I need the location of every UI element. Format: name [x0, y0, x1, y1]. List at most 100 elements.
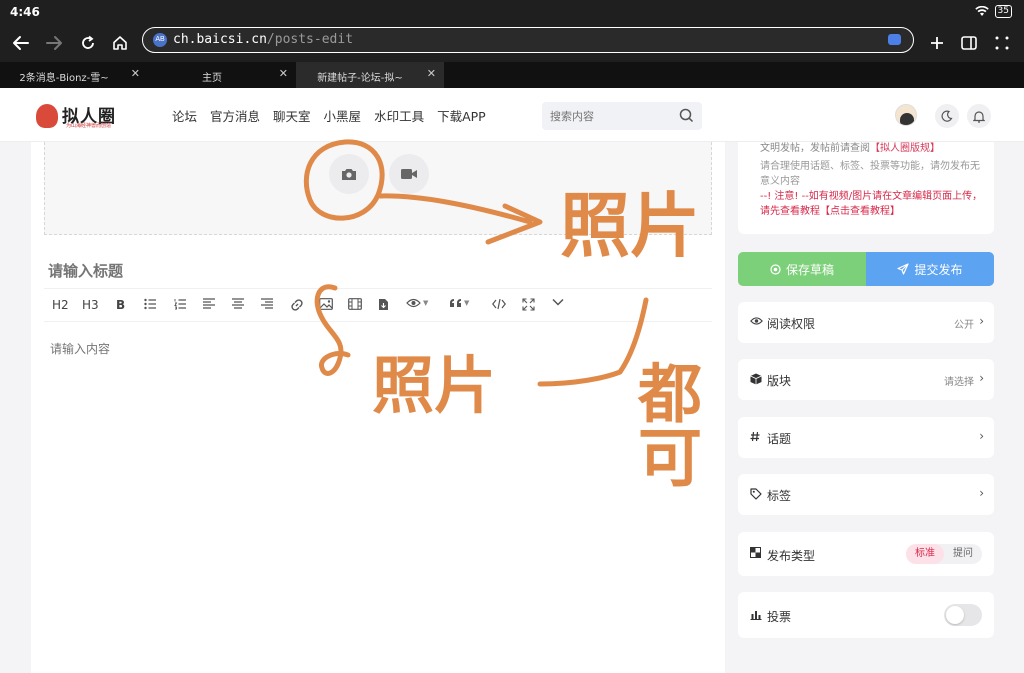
tags-row[interactable]: 标签 ›: [738, 474, 994, 515]
annotation-all-ok: 都可: [627, 360, 702, 488]
align-center-button[interactable]: [232, 298, 244, 309]
vote-label: 投票: [767, 610, 792, 624]
post-type-segmented-control: 标准 提问: [906, 544, 982, 564]
nav-item-forum[interactable]: 论坛: [172, 106, 197, 125]
post-actions: 保存草稿 提交发布: [738, 252, 994, 286]
bold-button[interactable]: B: [116, 298, 125, 312]
vote-toggle[interactable]: [944, 604, 982, 626]
tab-home[interactable]: 主页 ✕: [148, 62, 296, 88]
chevron-right-icon: ›: [979, 486, 984, 500]
insert-video-button[interactable]: [348, 298, 362, 310]
submit-post-button[interactable]: 提交发布: [866, 252, 994, 286]
back-button[interactable]: [8, 30, 34, 56]
read-permission-row[interactable]: 阅读权限 公开 ›: [738, 302, 994, 343]
post-type-question[interactable]: 提问: [944, 544, 982, 564]
notice-warning-text[interactable]: --! 注意! --如有视频/图片请在文章编辑页面上传，请先查看教程【点击查看教…: [760, 189, 990, 219]
chevron-right-icon: ›: [979, 429, 984, 443]
bullet-list-icon: [144, 298, 156, 310]
forward-button[interactable]: [41, 30, 67, 56]
reload-button[interactable]: [75, 30, 101, 56]
more-menu-button[interactable]: [989, 30, 1015, 56]
dots-grid-icon: [995, 36, 1009, 50]
board-value: 请选择: [944, 377, 974, 388]
eye-icon: [750, 317, 763, 325]
video-camera-icon: [401, 169, 417, 179]
new-tab-button[interactable]: [924, 30, 950, 56]
align-left-button[interactable]: [203, 298, 215, 309]
checker-icon: [750, 547, 761, 558]
extension-icon[interactable]: [888, 34, 901, 45]
numbered-list-button[interactable]: [174, 298, 187, 310]
site-icon: AB: [153, 33, 167, 47]
annotation-photo-top: 照片: [560, 184, 700, 267]
fullscreen-button[interactable]: [522, 298, 535, 311]
nav-item-chatroom[interactable]: 聊天室: [273, 106, 311, 125]
expand-icon: [522, 298, 535, 311]
nav-item-official-news[interactable]: 官方消息: [210, 106, 260, 125]
search-icon[interactable]: [679, 108, 694, 123]
more-tools-button[interactable]: [552, 298, 564, 306]
insert-image-button[interactable]: [319, 298, 333, 310]
upload-video-button[interactable]: [389, 154, 429, 194]
home-button[interactable]: [107, 30, 133, 56]
annotation-photo-middle: 照片: [372, 349, 497, 422]
tab-messages[interactable]: 2条消息-Bionz-雪~ ✕: [0, 62, 148, 88]
camera-icon: [342, 169, 356, 180]
status-bar: 4:46 35: [0, 0, 1024, 24]
preview-dropdown-button[interactable]: ▼: [406, 298, 428, 308]
avatar[interactable]: [895, 104, 917, 126]
tag-icon: [750, 488, 762, 500]
tab-new-post[interactable]: 新建帖子-论坛-拟~ ✕: [296, 62, 444, 88]
notifications-button[interactable]: [967, 104, 991, 128]
plus-icon: [931, 37, 943, 49]
save-draft-button[interactable]: 保存草稿: [738, 252, 866, 286]
post-type-label: 发布类型: [767, 549, 816, 563]
link-button[interactable]: [290, 298, 304, 312]
url-text[interactable]: ch.baicsi.cn/posts-edit: [173, 32, 353, 47]
tab-label: 新建帖子-论坛-拟~: [317, 73, 403, 84]
read-permission-label: 阅读权限: [767, 317, 816, 331]
heading3-button[interactable]: H3: [82, 298, 99, 312]
heading2-button[interactable]: H2: [52, 298, 69, 312]
tab-label: 2条消息-Bionz-雪~: [19, 73, 109, 84]
align-right-icon: [261, 298, 273, 309]
vote-row: 投票: [738, 592, 994, 638]
site-logo[interactable]: 拟人圈 为山海经神兽而创造: [36, 100, 126, 132]
url-host: ch.baicsi.cn: [173, 32, 267, 47]
topic-row[interactable]: 话题 ›: [738, 417, 994, 458]
status-time: 4:46: [10, 5, 40, 19]
address-bar[interactable]: AB ch.baicsi.cn/posts-edit: [142, 27, 914, 53]
notice-text: 文明发帖，发帖前请查阅: [760, 143, 870, 154]
paper-plane-icon: [897, 263, 910, 275]
eye-icon: [406, 298, 421, 308]
close-icon[interactable]: ✕: [279, 67, 288, 80]
bullet-list-button[interactable]: [144, 298, 157, 310]
insert-file-button[interactable]: [378, 298, 389, 311]
code-button[interactable]: [492, 298, 506, 310]
code-icon: [492, 298, 506, 310]
upload-photo-button[interactable]: [329, 154, 369, 194]
post-type-standard[interactable]: 标准: [906, 544, 944, 564]
close-icon[interactable]: ✕: [427, 67, 436, 80]
nav-item-watermark-tool[interactable]: 水印工具: [374, 106, 424, 125]
reload-icon: [82, 35, 94, 49]
bell-icon: [973, 110, 985, 123]
arrow-left-icon: [13, 36, 29, 50]
arrow-right-icon: [46, 36, 62, 50]
notice-rules-line: 文明发帖，发帖前请查阅【拟人圈版规】: [760, 141, 940, 156]
board-row[interactable]: 版块 请选择 ›: [738, 359, 994, 400]
search-box: [542, 102, 702, 130]
sidebar-toggle-button[interactable]: [956, 30, 982, 56]
submit-label: 提交发布: [914, 262, 963, 277]
file-download-icon: [379, 299, 388, 310]
rules-link[interactable]: 【拟人圈版规】: [870, 143, 940, 154]
dark-mode-button[interactable]: [935, 104, 959, 128]
quote-dropdown-button[interactable]: ▼: [449, 298, 469, 308]
cube-icon: [750, 373, 762, 385]
nav-item-blackroom[interactable]: 小黑屋: [324, 106, 362, 125]
quote-icon: [450, 299, 461, 307]
close-icon[interactable]: ✕: [131, 67, 140, 80]
search-input[interactable]: [550, 107, 670, 125]
nav-item-download-app[interactable]: 下载APP: [437, 106, 486, 125]
align-right-button[interactable]: [261, 298, 273, 309]
